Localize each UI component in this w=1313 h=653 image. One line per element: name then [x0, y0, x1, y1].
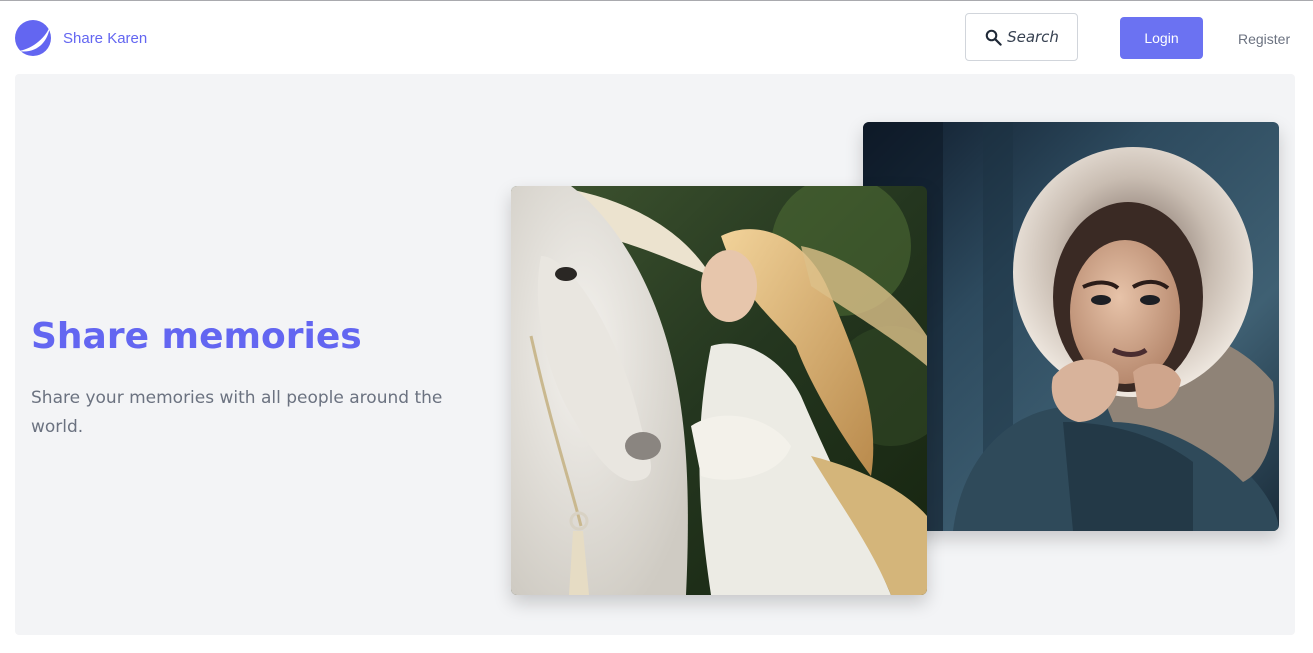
hero-description: Share your memories with all people arou… — [31, 388, 443, 437]
hero-title: Share memories — [31, 316, 362, 357]
navbar: Share Karen Search Login Register — [0, 0, 1313, 74]
register-link[interactable]: Register — [1238, 31, 1290, 47]
crescent-logo-icon — [15, 20, 51, 56]
hero-image-woman-with-horse — [511, 186, 927, 595]
search-button[interactable]: Search — [965, 13, 1078, 61]
brand-name: Share Karen — [63, 29, 148, 47]
search-label: Search — [1007, 28, 1059, 46]
hero-section: Share memories Share your memories with … — [15, 74, 1295, 635]
search-icon — [985, 29, 1002, 46]
brand-link[interactable]: Share Karen — [15, 20, 147, 56]
login-button[interactable]: Login — [1120, 17, 1203, 59]
